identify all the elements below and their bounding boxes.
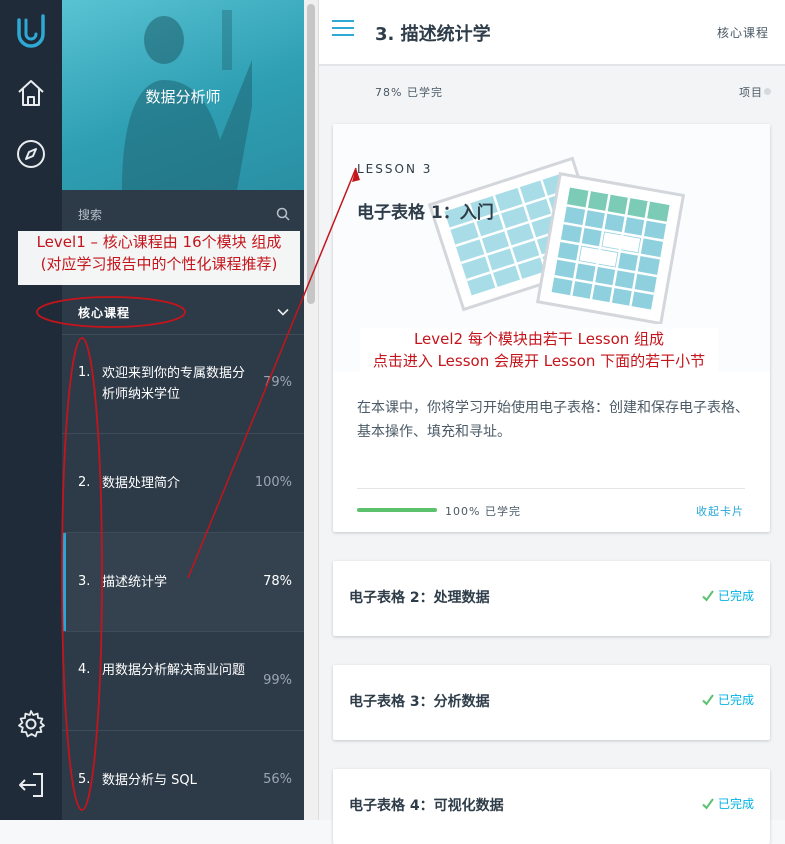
annotation-level1: Level1 – 核心课程由 16个模块 组成 (对应学习报告中的个性化课程推荐… [18, 231, 300, 285]
annotation-level2-line2: 点击进入 Lesson 会展开 Lesson 下面的若干小节 [372, 352, 706, 370]
annotation-ellipse-modules [61, 337, 103, 811]
annotation-level2-line1: Level2 每个模块由若干 Lesson 组成 [413, 330, 665, 348]
annotation-ellipse-dropdown [36, 296, 186, 328]
annotation-level2: Level2 每个模块由若干 Lesson 组成 点击进入 Lesson 会展开… [360, 328, 718, 376]
annotation-layer [36, 167, 360, 811]
annotation-arrow [187, 167, 357, 579]
annotation-level1-line1: Level1 – 核心课程由 16个模块 组成 [36, 233, 282, 251]
annotation-level1-line2: (对应学习报告中的个性化课程推荐) [40, 255, 278, 273]
